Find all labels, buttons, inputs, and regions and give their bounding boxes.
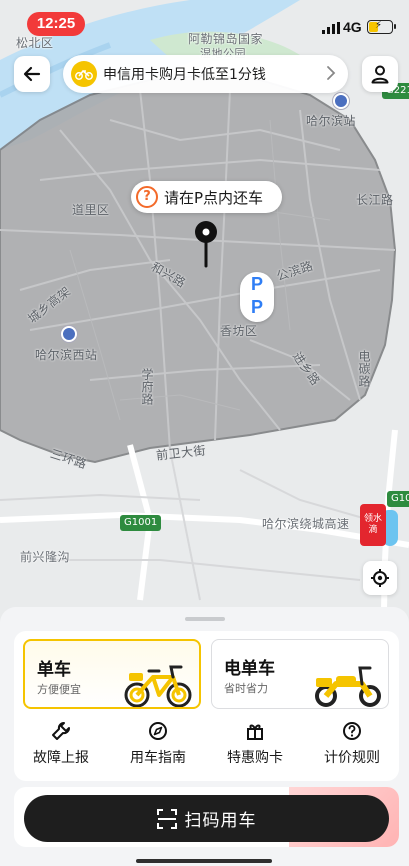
map-label-dianbin: 电碳路 (357, 350, 371, 388)
network-type: 4G (343, 19, 362, 35)
quick-action-card[interactable]: 特惠购卡 (210, 721, 300, 771)
question-icon (343, 722, 361, 740)
chevron-right-icon (327, 66, 336, 80)
battery-icon: ⚡ (367, 20, 396, 34)
quick-action-guide[interactable]: 用车指南 (113, 721, 203, 771)
promo-text: 申信用卡购月卡低至1分钱 (103, 67, 266, 83)
arrow-left-icon (23, 66, 41, 82)
vehicle-title: 电单车 (224, 659, 275, 679)
gift-icon (247, 724, 263, 740)
redpacket-button[interactable]: 领水滴 (360, 504, 398, 548)
quick-action-report[interactable]: 故障上报 (16, 721, 106, 771)
status-time: 12:25 (27, 12, 85, 36)
road-shield-g1001: G1001 (120, 515, 162, 531)
map-label-daoli: 道里区 (72, 203, 110, 217)
status-bar: 12:25 4G ⚡ (0, 0, 409, 44)
scan-to-ride-button[interactable]: 扫码用车 (24, 795, 389, 842)
parking-letter: P (250, 274, 263, 294)
map-label-xiangfang: 香坊区 (220, 324, 258, 338)
map-label-harbin-station: 哈尔滨站 (306, 114, 357, 128)
help-icon: ? (136, 186, 158, 208)
station-icon (333, 93, 349, 109)
vehicle-option-bike[interactable]: 单车 方便便宜 (23, 639, 201, 709)
station-icon (61, 326, 77, 342)
quick-action-label: 故障上报 (33, 750, 89, 766)
locate-button[interactable] (363, 561, 397, 595)
options-card: 单车 方便便宜 电单车 省时省力 故障上报 用车指南 特惠购卡 计价规则 (14, 631, 399, 781)
quick-action-label: 计价规则 (324, 750, 380, 766)
scan-button-label: 扫码用车 (184, 811, 257, 831)
map-label-harbin-west: 哈尔滨西站 (35, 348, 98, 362)
vehicle-subtitle: 方便便宜 (37, 683, 81, 696)
quick-action-label: 用车指南 (130, 750, 186, 766)
vehicle-subtitle: 省时省力 (224, 682, 268, 695)
user-icon (371, 65, 389, 84)
drag-handle[interactable] (185, 617, 225, 621)
profile-button[interactable] (362, 56, 398, 92)
parking-marker[interactable]: P P (240, 272, 274, 322)
parking-letter: P (250, 297, 263, 317)
signal-icon (322, 22, 340, 34)
vehicle-option-ebike[interactable]: 电单车 省时省力 (211, 639, 389, 709)
home-indicator (136, 859, 272, 863)
map-label-changjiang: 长江路 (356, 193, 394, 207)
crosshair-icon (371, 569, 389, 587)
quick-action-pricing[interactable]: 计价规则 (307, 721, 397, 771)
redpacket-label: 领水滴 (360, 504, 386, 546)
return-tooltip-text: 请在P点内还车 (164, 188, 264, 207)
map-label-qianxing: 前兴隆沟 (20, 550, 71, 564)
scan-icon (156, 808, 177, 829)
return-tooltip[interactable]: ? 请在P点内还车 (131, 181, 282, 213)
bike-illustration-icon (124, 665, 192, 707)
promo-banner[interactable]: 申信用卡购月卡低至1分钱 (63, 55, 348, 93)
back-button[interactable] (14, 56, 50, 92)
wrench-icon (52, 722, 70, 740)
quick-action-label: 特惠购卡 (227, 750, 283, 766)
ebike-illustration-icon (315, 666, 381, 707)
map-label-ring-highway: 哈尔滨绕城高速 (262, 517, 350, 531)
compass-icon (149, 722, 167, 740)
bottom-sheet: 单车 方便便宜 电单车 省时省力 故障上报 用车指南 特惠购卡 计价规则 扫码用… (0, 607, 409, 866)
bike-icon (71, 61, 97, 87)
vehicle-title: 单车 (37, 660, 71, 680)
map-label-xuefu: 学府路 (140, 368, 154, 406)
location-pin-icon (195, 221, 217, 268)
